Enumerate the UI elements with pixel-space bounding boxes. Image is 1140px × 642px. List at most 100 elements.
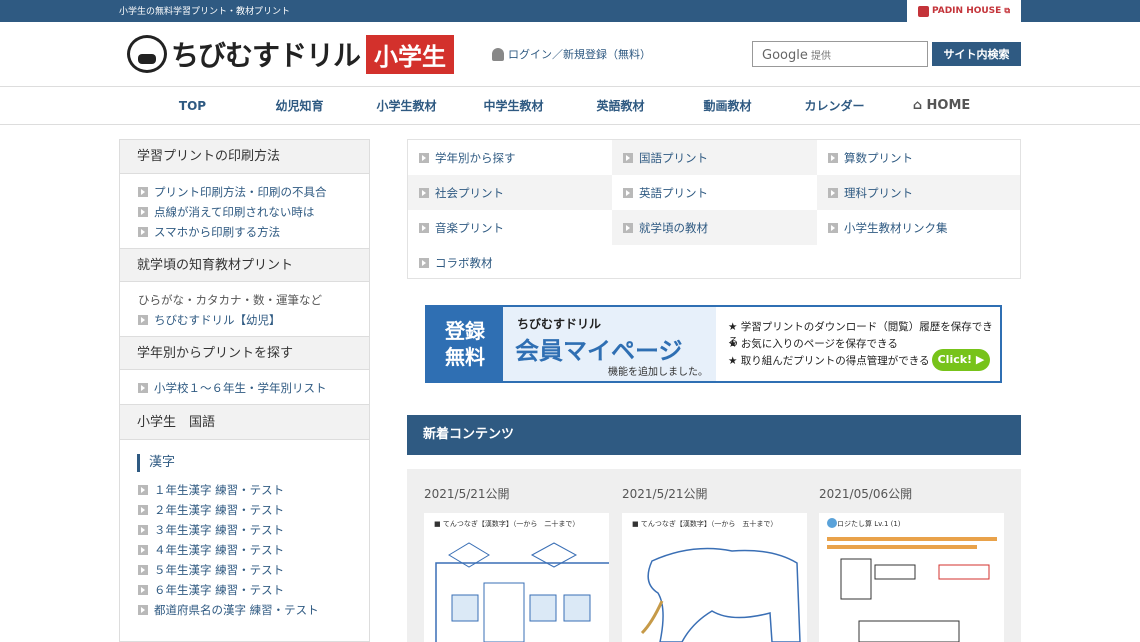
site-logo[interactable]: ちびむすドリル 小学生 — [127, 34, 455, 74]
sidebar-link-label: 点線が消えて印刷されない時は — [154, 205, 315, 219]
nav-elementary[interactable]: 小学生教材 — [353, 87, 460, 124]
member-page-banner[interactable]: 登録 無料 ちびむすドリル 会員マイページ 機能を追加しました。 ★ 学習プリント… — [425, 305, 1002, 383]
banner-click-button[interactable]: Click! ▶ — [932, 349, 990, 371]
arrow-right-icon — [138, 505, 148, 515]
category-link[interactable]: 音楽プリント — [408, 210, 612, 245]
arrow-right-icon — [138, 207, 148, 217]
sidebar-link-label: 小学校１〜６年生・学年別リスト — [154, 381, 327, 395]
category-label: 国語プリント — [639, 150, 708, 165]
nav-kids[interactable]: 幼児知育 — [246, 87, 353, 124]
home-icon: ⌂ — [912, 98, 927, 113]
sidebar: 学習プリントの印刷方法 プリント印刷方法・印刷の不具合 点線が消えて印刷されない… — [119, 139, 370, 642]
banner-free-register: 登録 無料 — [427, 307, 503, 381]
logo-badge: 小学生 — [366, 34, 455, 74]
arrow-right-icon — [138, 585, 148, 595]
search-brand: Google — [762, 48, 808, 63]
login-label: ログイン／新規登録（無料） — [508, 48, 651, 61]
sidebar-link-label: 都道府県名の漢字 練習・テスト — [154, 603, 319, 617]
category-label: 算数プリント — [844, 150, 913, 165]
category-link[interactable]: 小学生教材リンク集 — [817, 210, 1020, 245]
sidebar-link[interactable]: １年生漢字 練習・テスト — [138, 480, 369, 500]
arrow-right-icon — [138, 605, 148, 615]
header: ちびむすドリル 小学生 ログイン／新規登録（無料） Google 提供 サイト内… — [0, 22, 1140, 87]
sidebar-link[interactable]: 点線が消えて印刷されない時は — [138, 202, 369, 222]
sidebar-heading: 学習プリントの印刷方法 — [120, 140, 369, 174]
nav-junior-high[interactable]: 中学生教材 — [460, 87, 567, 124]
category-link[interactable]: 理科プリント — [817, 175, 1020, 210]
news-caption: ロジたし算 Lv.1 (1) — [837, 520, 901, 528]
sidebar-link-label: スマホから印刷する方法 — [154, 225, 281, 239]
sidebar-link[interactable]: ６年生漢字 練習・テスト — [138, 580, 369, 600]
category-link[interactable]: 英語プリント — [612, 175, 817, 210]
nav-top[interactable]: TOP — [139, 87, 246, 124]
arrow-right-icon — [138, 545, 148, 555]
arrow-right-icon — [138, 525, 148, 535]
category-link[interactable]: 国語プリント — [612, 140, 817, 175]
login-link[interactable]: ログイン／新規登録（無料） — [492, 46, 651, 62]
news-date: 2021/5/21公開 — [424, 487, 510, 501]
sidebar-subhead-kanji: 漢字 — [137, 454, 369, 472]
news-thumbnail[interactable]: ■ てんつなぎ【漢数字】（一から 五十まで） — [622, 513, 807, 642]
arrow-right-icon — [828, 222, 838, 233]
sidebar-link[interactable]: ５年生漢字 練習・テスト — [138, 560, 369, 580]
sidebar-link[interactable]: ２年生漢字 練習・テスト — [138, 500, 369, 520]
category-label: 理科プリント — [844, 185, 913, 200]
banner-brand: ちびむすドリル — [517, 317, 602, 331]
sidebar-link[interactable]: 都道府県名の漢字 練習・テスト — [138, 600, 369, 620]
sidebar-link[interactable]: ３年生漢字 練習・テスト — [138, 520, 369, 540]
sidebar-link-label: ５年生漢字 練習・テスト — [154, 563, 285, 577]
news-date: 2021/05/06公開 — [819, 487, 913, 501]
arrow-right-icon — [419, 222, 429, 233]
banner-left-line: 登録 — [445, 319, 485, 343]
sidebar-link[interactable]: プリント印刷方法・印刷の不具合 — [138, 182, 369, 202]
arrow-right-icon — [138, 383, 148, 393]
category-link[interactable]: 就学頃の教材 — [612, 210, 817, 245]
worksheet-preview-logic — [827, 518, 997, 642]
banner-points: ★ 学習プリントのダウンロード（閲覧）履歴を保存できる ★ お気に入りのページを… — [716, 307, 1000, 381]
sidebar-heading: 就学頃の知育教材プリント — [120, 248, 369, 282]
arrow-right-icon — [138, 485, 148, 495]
sidebar-link[interactable]: スマホから印刷する方法 — [138, 222, 369, 242]
category-link[interactable]: 社会プリント — [408, 175, 612, 210]
category-link[interactable]: 算数プリント — [817, 140, 1020, 175]
sidebar-link-label: ちびむすドリル【幼児】 — [154, 313, 281, 327]
news-thumbnail[interactable]: ■ てんつなぎ【漢数字】（一から 二十まで） — [424, 513, 609, 642]
padin-house-link[interactable]: PADIN HOUSE ⧉ — [907, 0, 1021, 22]
logo-mascot-icon — [127, 35, 167, 73]
news-thumbnail[interactable]: ロジたし算 Lv.1 (1) — [819, 513, 1004, 642]
worksheet-preview-elephant — [640, 547, 801, 642]
sidebar-link-label: プリント印刷方法・印刷の不具合 — [154, 185, 327, 199]
news-caption: ■ てんつなぎ【漢数字】（一から 二十まで） — [434, 520, 580, 528]
search-input[interactable]: Google 提供 — [752, 41, 928, 67]
arrow-right-icon — [828, 152, 838, 163]
sidebar-heading: 学年別からプリントを探す — [120, 336, 369, 370]
nav-home[interactable]: ⌂ HOME — [888, 87, 995, 124]
arrow-right-icon — [138, 315, 148, 325]
sidebar-link-label: ３年生漢字 練習・テスト — [154, 523, 285, 537]
arrow-right-icon — [623, 187, 633, 198]
arrow-right-icon — [138, 227, 148, 237]
category-label: 学年別から探す — [435, 150, 516, 165]
site-tagline: 小学生の無料学習プリント・教材プリント — [119, 7, 291, 17]
category-label: 就学頃の教材 — [639, 220, 708, 235]
category-label: 音楽プリント — [435, 220, 504, 235]
nav-video[interactable]: 動画教材 — [674, 87, 781, 124]
news-caption: ■ てんつなぎ【漢数字】（一から 五十まで） — [632, 520, 778, 528]
partner-label: PADIN HOUSE — [931, 6, 1002, 16]
category-link[interactable]: コラボ教材 — [408, 245, 612, 280]
new-contents-list: 2021/5/21公開 2021/5/21公開 2021/05/06公開 ■ て… — [407, 469, 1021, 642]
arrow-right-icon — [623, 152, 633, 163]
sidebar-note: ひらがな・カタカナ・数・運筆など — [138, 293, 322, 307]
sidebar-link[interactable]: 小学校１〜６年生・学年別リスト — [138, 378, 369, 398]
banner-point: ★ 学習プリントのダウンロード（閲覧）履歴を保存できる — [728, 321, 993, 348]
nav-calendar[interactable]: カレンダー — [781, 87, 888, 124]
category-label: 社会プリント — [435, 185, 504, 200]
arrow-right-icon — [419, 257, 429, 268]
sidebar-link[interactable]: ちびむすドリル【幼児】 — [138, 310, 369, 330]
nav-english[interactable]: 英語教材 — [567, 87, 674, 124]
category-link[interactable]: 学年別から探す — [408, 140, 612, 175]
search-button[interactable]: サイト内検索 — [932, 42, 1021, 66]
external-link-icon: ⧉ — [1004, 6, 1011, 15]
sidebar-link[interactable]: ４年生漢字 練習・テスト — [138, 540, 369, 560]
arrow-right-icon — [419, 152, 429, 163]
